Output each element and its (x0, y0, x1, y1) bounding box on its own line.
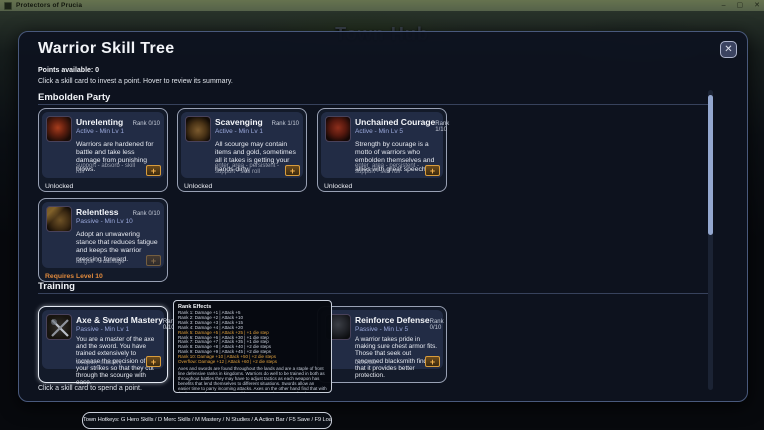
minimize-button[interactable]: – (722, 0, 726, 11)
skill-rank: Rank 0/10 (133, 121, 160, 127)
skill-card-scavenging[interactable]: Scavenging Rank 1/10 Active - Min Lv 1 A… (177, 108, 307, 192)
card-body: Reinforce Defense Rank 0/10 Passive - Mi… (321, 310, 443, 369)
card-body: Axe & Sword Mastery Rank 0/10 Passive - … (42, 310, 164, 369)
card-body: Unrelenting Rank 0/10 Active - Min Lv 1 … (42, 112, 164, 178)
skill-summary-tooltip: Rank Effects Rank 1: Damage +1 | Attack … (173, 300, 332, 393)
skill-tags: weapon_mastery (76, 360, 142, 367)
skill-title: Unrelenting (76, 117, 123, 127)
window-titlebar: Protectors of Prucia – ▢ ✕ (0, 0, 764, 11)
card-body: Scavenging Rank 1/10 Active - Min Lv 1 A… (181, 112, 303, 178)
tooltip-lore-text: Axes and swords are found throughout the… (178, 367, 327, 393)
town-hotkeys-bar: Town Hotkeys: G Hero Skills / D Merc Ski… (82, 412, 332, 429)
invest-point-button[interactable]: + (425, 356, 440, 367)
scavenging-skill-icon (185, 116, 211, 142)
skill-title: Scavenging (215, 117, 263, 127)
skill-status: Unlocked (45, 183, 73, 190)
skill-title: Relentless (76, 207, 119, 217)
modal-title: Warrior Skill Tree (38, 40, 174, 58)
relentless-skill-icon (46, 206, 72, 232)
skill-rank: Rank 0/10 (133, 211, 160, 217)
skill-tags: enter_area - persistent - support - skil… (355, 163, 421, 176)
skill-meta: Active - Min Lv 1 (215, 128, 263, 135)
skill-status: Unlocked (324, 183, 352, 190)
invest-point-button[interactable]: + (285, 165, 300, 176)
invest-point-button[interactable]: + (146, 165, 161, 176)
overflow-effect-line: Overflow: Damage +12 | Attack +60 | +2 d… (178, 360, 327, 365)
skill-card-relentless[interactable]: Relentless Rank 0/10 Passive - Min Lv 10… (38, 198, 168, 282)
close-modal-button[interactable]: ✕ (720, 41, 737, 58)
skill-card-unrelenting[interactable]: Unrelenting Rank 0/10 Active - Min Lv 1 … (38, 108, 168, 192)
app-window: Town Hub Protectors of Prucia – ▢ ✕ Warr… (0, 0, 764, 430)
card-body: Relentless Rank 0/10 Passive - Min Lv 10… (42, 202, 164, 268)
skill-tags: enter_area - persistent - support - skil… (215, 163, 281, 176)
skill-title: Unchained Courage (355, 117, 435, 127)
skill-card-unchained-courage[interactable]: Unchained Courage Rank 1/10 Active - Min… (317, 108, 447, 192)
scrollbar-thumb[interactable] (708, 95, 713, 235)
modal-scrollbar[interactable] (708, 90, 713, 390)
section-embolden-party: Embolden Party (38, 92, 110, 103)
skill-tags: fatigue - +damage (76, 259, 142, 266)
skill-meta: Active - Min Lv 1 (76, 128, 124, 135)
skill-status: Unlocked (184, 183, 212, 190)
warrior-skill-tree-modal: Warrior Skill Tree ✕ Points available: 0… (18, 31, 748, 402)
skill-tags: support - absorb - skill roll (76, 163, 142, 176)
instructions-text: Click a skill card to invest a point. Ho… (38, 78, 233, 85)
skill-tags: defense (355, 360, 421, 367)
skill-rank: Rank 1/10 (435, 121, 449, 133)
axe-sword-mastery-skill-icon (46, 314, 72, 340)
skill-card-reinforce-defense[interactable]: Reinforce Defense Rank 0/10 Passive - Mi… (317, 306, 447, 383)
skill-meta: Passive - Min Lv 5 (355, 326, 408, 333)
skill-rank: Rank 0/10 (430, 319, 444, 331)
section-divider (38, 104, 713, 105)
invest-point-button[interactable]: + (146, 255, 161, 266)
section-training: Training (38, 281, 75, 292)
maximize-button[interactable]: ▢ (737, 0, 744, 11)
skill-rank: Rank 1/10 (272, 121, 299, 127)
card-body: Unchained Courage Rank 1/10 Active - Min… (321, 112, 443, 178)
unrelenting-skill-icon (46, 116, 72, 142)
skill-meta: Active - Min Lv 5 (355, 128, 403, 135)
invest-point-button[interactable]: + (146, 356, 161, 367)
section-divider (38, 293, 713, 294)
window-title: Protectors of Prucia (16, 2, 82, 9)
invest-point-button[interactable]: + (425, 165, 440, 176)
skill-card-axe-sword-mastery[interactable]: Axe & Sword Mastery Rank 0/10 Passive - … (38, 306, 168, 383)
skill-meta: Passive - Min Lv 1 (76, 326, 129, 333)
points-available-label: Points available: 0 (38, 67, 99, 74)
skill-title: Axe & Sword Mastery (76, 315, 163, 325)
close-window-button[interactable]: ✕ (754, 0, 760, 11)
skill-requirement: Requires Level 10 (45, 273, 103, 280)
skill-title: Reinforce Defense (355, 315, 430, 325)
skill-meta: Passive - Min Lv 10 (76, 218, 133, 225)
app-icon (4, 2, 12, 10)
footer-hint-text: Click a skill card to spend a point. (38, 385, 142, 392)
unchained-courage-skill-icon (325, 116, 351, 142)
